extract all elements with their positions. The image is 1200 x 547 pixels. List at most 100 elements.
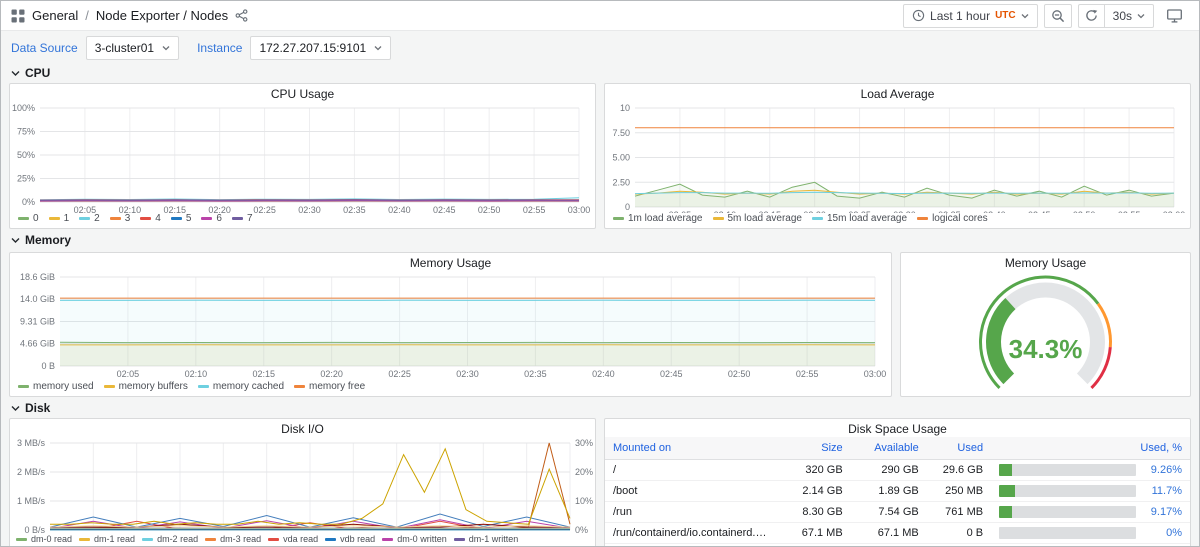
used-cell: 250 MB (927, 481, 991, 502)
refresh-interval-picker[interactable]: 30s (1104, 4, 1154, 28)
svg-text:1 MB/s: 1 MB/s (17, 496, 46, 506)
legend-item-dm-0-written[interactable]: dm-0 written (382, 534, 447, 544)
variable-label-instance: Instance (197, 41, 242, 55)
svg-text:10: 10 (620, 103, 630, 113)
grid-icon[interactable] (11, 9, 25, 23)
cpu-usage-chart[interactable]: 02:0502:1002:1502:2002:2502:3002:3502:40… (10, 102, 595, 213)
panel-cpu-usage: CPU Usage 02:0502:1002:1502:2002:2502:30… (9, 83, 596, 229)
zoom-out-button[interactable] (1044, 4, 1072, 28)
used-cell: 0 B (927, 544, 991, 547)
mounted-on-cell: /boot (605, 481, 781, 502)
column-header-used[interactable]: Used, % (991, 437, 1190, 460)
svg-text:30%: 30% (575, 438, 593, 448)
memory-usage-chart[interactable]: 02:0502:1002:1502:2002:2502:3002:3502:40… (10, 271, 891, 381)
legend-item-2[interactable]: 2 (79, 213, 100, 224)
time-range-picker[interactable]: Last 1 hour UTC (903, 4, 1038, 28)
svg-text:02:05: 02:05 (82, 533, 105, 534)
svg-text:02:45: 02:45 (660, 369, 683, 379)
memory-usage-gauge-plot[interactable]: 34.3% (901, 271, 1190, 389)
mounted-on-cell: /run/containerd/io.containerd.grpc... (605, 523, 781, 544)
svg-text:0 B: 0 B (41, 361, 55, 371)
legend-item-memory-cached[interactable]: memory cached (198, 381, 284, 392)
column-header-size[interactable]: Size (781, 437, 851, 460)
legend-item-1m-load-average[interactable]: 1m load average (613, 213, 703, 224)
legend-item-1[interactable]: 1 (49, 213, 70, 224)
legend-label: logical cores (932, 213, 988, 224)
panel-title[interactable]: Disk I/O (10, 419, 595, 437)
legend-item-5m-load-average[interactable]: 5m load average (713, 213, 803, 224)
svg-text:02:15: 02:15 (163, 205, 186, 213)
legend-item-memory-free[interactable]: memory free (294, 381, 365, 392)
memory-panels-row: Memory Usage 02:0502:1002:1502:2002:2502… (1, 252, 1199, 397)
legend-item-7[interactable]: 7 (232, 213, 253, 224)
share-icon[interactable] (235, 9, 248, 22)
breadcrumb-dashboard[interactable]: Node Exporter / Nodes (96, 8, 228, 23)
legend-label: 3 (125, 213, 131, 224)
legend-item-logical-cores[interactable]: logical cores (917, 213, 988, 224)
clock-icon (912, 9, 925, 22)
legend-label: 5m load average (728, 213, 803, 224)
column-header-used[interactable]: Used (927, 437, 991, 460)
legend-item-vdb-read[interactable]: vdb read (325, 534, 375, 544)
size-cell: 2.14 GB (781, 481, 851, 502)
legend-item-dm-2-read[interactable]: dm-2 read (142, 534, 198, 544)
instance-select[interactable]: 172.27.207.15:9101 (250, 36, 391, 60)
legend-label: 1 (64, 213, 70, 224)
variable-instance: Instance 172.27.207.15:9101 (197, 36, 391, 60)
svg-text:02:45: 02:45 (1028, 210, 1051, 213)
legend-item-0[interactable]: 0 (18, 213, 39, 224)
size-cell: 67.1 MB (781, 523, 851, 544)
load-average-plot[interactable]: 02:0502:1002:1502:2002:2502:3002:3502:40… (605, 102, 1190, 213)
panel-title[interactable]: Disk Space Usage (605, 419, 1190, 437)
legend-label: dm-1 read (94, 534, 135, 544)
legend-item-dm-1-written[interactable]: dm-1 written (454, 534, 519, 544)
used-percent-cell: 11.7% (991, 481, 1190, 502)
kiosk-mode-button[interactable] (1160, 4, 1189, 28)
legend-color-swatch (232, 217, 243, 220)
panel-title[interactable]: CPU Usage (10, 84, 595, 102)
legend-item-15m-load-average[interactable]: 15m load average (812, 213, 907, 224)
panel-title[interactable]: Memory Usage (10, 253, 891, 271)
panel-title[interactable]: Load Average (605, 84, 1190, 102)
available-cell: 7.54 GB (851, 502, 927, 523)
cpu-usage-plot[interactable]: 02:0502:1002:1502:2002:2502:3002:3502:40… (10, 102, 595, 213)
legend-item-dm-0-read[interactable]: dm-0 read (16, 534, 72, 544)
memory-usage-gauge[interactable]: 34.3% (901, 271, 1190, 396)
legend-item-memory-buffers[interactable]: memory buffers (104, 381, 188, 392)
legend-item-4[interactable]: 4 (140, 213, 161, 224)
svg-text:10%: 10% (575, 496, 593, 506)
disk-io-chart[interactable]: 02:0502:1002:1502:2002:2502:3002:3502:40… (10, 437, 595, 534)
memory-usage-plot[interactable]: 02:0502:1002:1502:2002:2502:3002:3502:40… (10, 271, 891, 380)
section-header-disk[interactable]: Disk (1, 397, 1199, 418)
refresh-button[interactable] (1078, 4, 1104, 28)
legend-color-swatch (49, 217, 60, 220)
svg-text:75%: 75% (17, 127, 35, 137)
breadcrumb-folder[interactable]: General (32, 8, 78, 23)
monitor-icon (1167, 9, 1182, 23)
disk-i-o-plot[interactable]: 02:0502:1002:1502:2002:2502:3002:3502:40… (10, 437, 595, 534)
legend-item-vda-read[interactable]: vda read (268, 534, 318, 544)
legend-item-dm-1-read[interactable]: dm-1 read (79, 534, 135, 544)
column-header-available[interactable]: Available (851, 437, 927, 460)
legend-color-swatch (198, 385, 209, 388)
section-header-cpu[interactable]: CPU (1, 62, 1199, 83)
legend-item-memory-used[interactable]: memory used (18, 381, 94, 392)
datasource-value: 3-cluster01 (95, 41, 154, 55)
legend-item-5[interactable]: 5 (171, 213, 192, 224)
svg-text:25%: 25% (17, 174, 35, 184)
legend-item-3[interactable]: 3 (110, 213, 131, 224)
svg-text:02:20: 02:20 (803, 210, 826, 213)
legend-item-dm-3-read[interactable]: dm-3 read (205, 534, 261, 544)
disk-panels-row: Disk I/O 02:0502:1002:1502:2002:2502:300… (1, 418, 1199, 547)
svg-text:02:35: 02:35 (938, 210, 961, 213)
legend-color-swatch (79, 217, 90, 220)
legend-item-6[interactable]: 6 (201, 213, 222, 224)
panel-title[interactable]: Memory Usage (901, 253, 1190, 271)
variable-datasource: Data Source 3-cluster01 (11, 36, 179, 60)
column-header-mounted-on[interactable]: Mounted on (605, 437, 781, 460)
load-average-chart[interactable]: 02:0502:1002:1502:2002:2502:3002:3502:40… (605, 102, 1190, 213)
disk-space-table-container[interactable]: Mounted onSizeAvailableUsedUsed, %/320 G… (605, 437, 1190, 547)
section-header-memory[interactable]: Memory (1, 229, 1199, 250)
datasource-select[interactable]: 3-cluster01 (86, 36, 179, 60)
panel-load-average: Load Average 02:0502:1002:1502:2002:2502… (604, 83, 1191, 229)
